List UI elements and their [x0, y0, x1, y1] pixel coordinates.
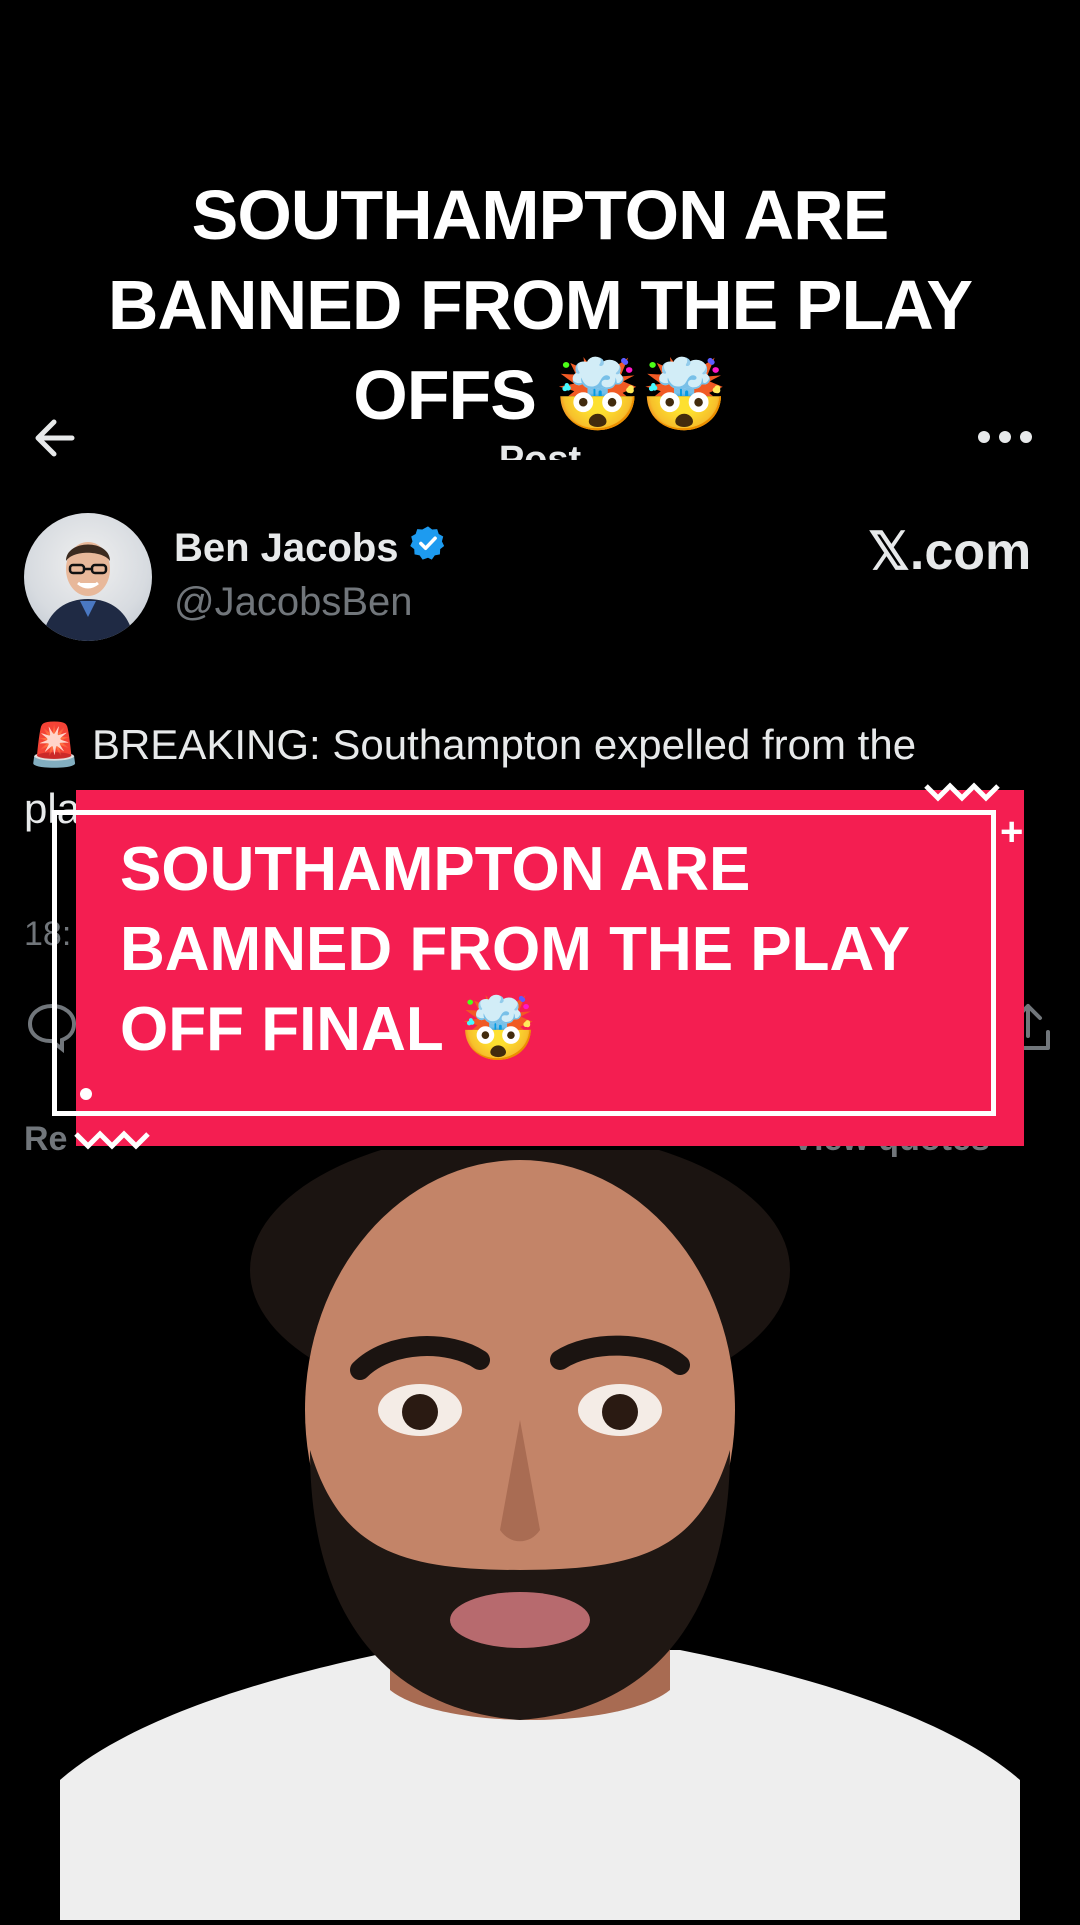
- more-options-icon[interactable]: [978, 430, 1032, 444]
- banner-caption-text: SOUTHAMPTON ARE BAMNED FROM THE PLAY OFF…: [120, 835, 909, 1064]
- dot-icon: [80, 1088, 92, 1100]
- author-name-row[interactable]: Ben Jacobs: [174, 524, 447, 572]
- source-watermark: 𝕏.com: [868, 523, 1032, 581]
- back-arrow-icon[interactable]: [28, 410, 84, 466]
- tweet-text: 🚨 BREAKING: Southampton expelled from th…: [28, 721, 917, 768]
- squiggle-icon: [922, 780, 1006, 809]
- author-handle[interactable]: @JacobsBen: [174, 580, 413, 625]
- author-avatar[interactable]: [24, 513, 152, 641]
- video-caption: SOUTHAMPTON ARE BANNED FROM THE PLAY OFF…: [107, 176, 973, 434]
- author-name[interactable]: Ben Jacobs: [174, 526, 399, 571]
- sparkle-icon: +: [1000, 810, 1024, 854]
- post-header-title: Post: [498, 439, 582, 460]
- verified-badge-icon: [409, 524, 447, 572]
- presenter-video[interactable]: [60, 1130, 1020, 1920]
